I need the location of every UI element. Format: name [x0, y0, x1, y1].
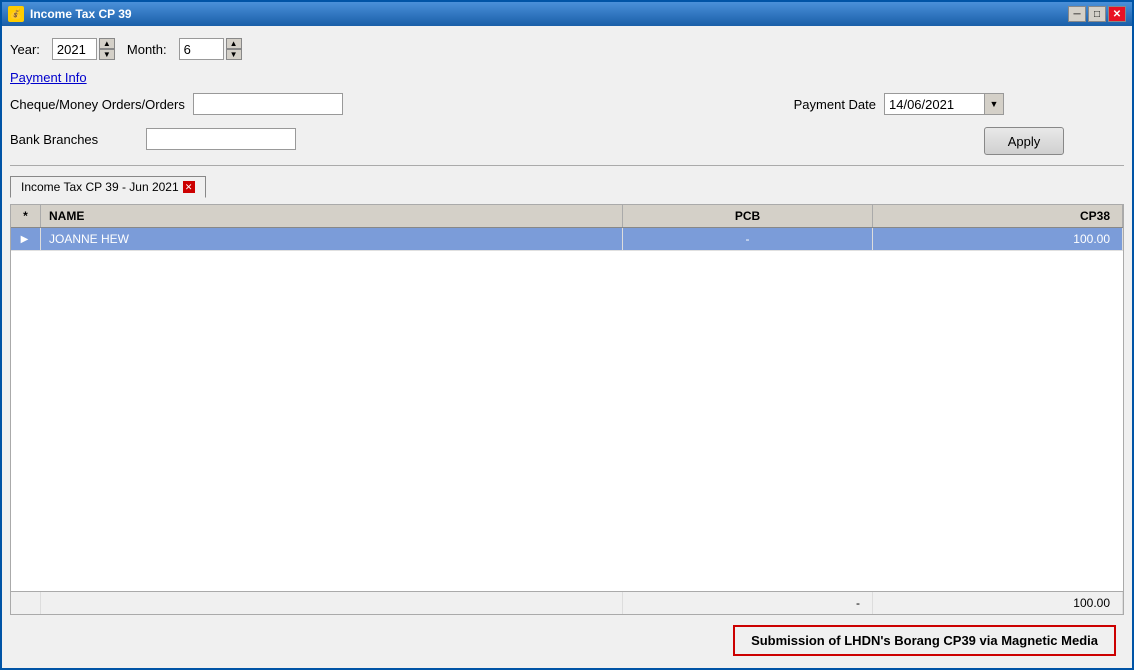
header-cp38: CP38 — [873, 205, 1123, 227]
horizontal-divider — [10, 165, 1124, 166]
year-spinner-buttons: ▲ ▼ — [99, 38, 115, 60]
income-tax-tab[interactable]: Income Tax CP 39 - Jun 2021 ✕ — [10, 176, 206, 198]
submission-button[interactable]: Submission of LHDN's Borang CP39 via Mag… — [733, 625, 1116, 656]
year-up-button[interactable]: ▲ — [99, 38, 115, 49]
month-spinner-buttons: ▲ ▼ — [226, 38, 242, 60]
title-bar-left: 💰 Income Tax CP 39 — [8, 6, 132, 22]
main-window: 💰 Income Tax CP 39 ─ □ ✕ Year: ▲ ▼ Month… — [0, 0, 1134, 670]
maximize-button[interactable]: □ — [1088, 6, 1106, 22]
data-table: * NAME PCB CP38 ▶ JOANNE H — [10, 204, 1124, 615]
top-controls: Year: ▲ ▼ Month: ▲ ▼ — [10, 34, 1124, 64]
year-label: Year: — [10, 42, 40, 57]
month-spinner: ▲ ▼ — [179, 38, 242, 60]
footer-name — [41, 592, 623, 614]
bank-branches-input[interactable] — [146, 128, 296, 150]
cheque-input[interactable] — [193, 93, 343, 115]
payment-date-input[interactable] — [884, 93, 984, 115]
row-arrow-icon: ▶ — [21, 234, 29, 245]
bottom-bar: Submission of LHDN's Borang CP39 via Mag… — [10, 621, 1124, 660]
row-arrow-cell: ▶ — [11, 228, 41, 250]
row-pcb-cell: - — [623, 228, 873, 250]
payment-date-group: ▼ — [884, 93, 1004, 115]
payment-date-label: Payment Date — [794, 97, 876, 112]
footer-cp38: 100.00 — [873, 592, 1123, 614]
content-area: Year: ▲ ▼ Month: ▲ ▼ Payment Info — [2, 26, 1132, 668]
year-down-button[interactable]: ▼ — [99, 49, 115, 60]
month-up-button[interactable]: ▲ — [226, 38, 242, 49]
footer-pcb: - — [623, 592, 873, 614]
title-bar-buttons: ─ □ ✕ — [1068, 6, 1126, 22]
header-pcb: PCB — [623, 205, 873, 227]
payment-date-dropdown-button[interactable]: ▼ — [984, 93, 1004, 115]
table-header: * NAME PCB CP38 — [11, 205, 1123, 228]
apply-button[interactable]: Apply — [984, 127, 1064, 155]
tab-area: Income Tax CP 39 - Jun 2021 ✕ — [10, 176, 1124, 198]
month-input[interactable] — [179, 38, 224, 60]
year-spinner: ▲ ▼ — [52, 38, 115, 60]
year-input[interactable] — [52, 38, 97, 60]
payment-info-link[interactable]: Payment Info — [10, 70, 1124, 85]
month-down-button[interactable]: ▼ — [226, 49, 242, 60]
tab-close-button[interactable]: ✕ — [183, 181, 195, 193]
table-footer: - 100.00 — [11, 591, 1123, 614]
row-name-cell: JOANNE HEW — [41, 228, 623, 250]
table-body: ▶ JOANNE HEW - 100.00 — [11, 228, 1123, 591]
close-button[interactable]: ✕ — [1108, 6, 1126, 22]
cheque-label: Cheque/Money Orders/Orders — [10, 97, 185, 112]
header-star: * — [11, 205, 41, 227]
footer-star — [11, 592, 41, 614]
title-bar: 💰 Income Tax CP 39 ─ □ ✕ — [2, 2, 1132, 26]
tab-label: Income Tax CP 39 - Jun 2021 — [21, 180, 179, 194]
month-label: Month: — [127, 42, 167, 57]
minimize-button[interactable]: ─ — [1068, 6, 1086, 22]
table-row[interactable]: ▶ JOANNE HEW - 100.00 — [11, 228, 1123, 251]
window-icon: 💰 — [8, 6, 24, 22]
header-name: NAME — [41, 205, 623, 227]
window-title: Income Tax CP 39 — [30, 7, 132, 21]
row-cp38-cell: 100.00 — [873, 228, 1123, 250]
bank-branches-label: Bank Branches — [10, 132, 98, 147]
payment-section: Payment Info Cheque/Money Orders/Orders … — [10, 70, 1124, 155]
